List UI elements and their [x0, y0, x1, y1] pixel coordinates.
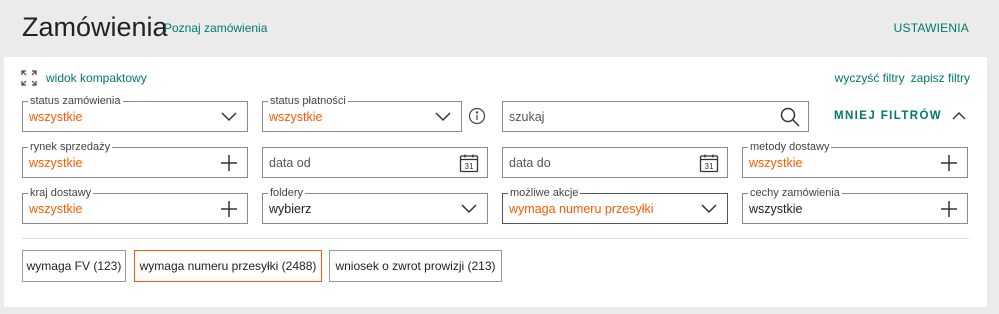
calendar-icon[interactable]: 31 — [459, 153, 479, 173]
folders-label: foldery — [268, 186, 306, 200]
chip-requires-tracking-number[interactable]: wymaga numeru przesyłki (2488) — [134, 250, 322, 282]
filter-actions: wyczyść filtry zapisz filtry — [835, 71, 970, 85]
possible-actions-select[interactable]: możliwe akcje wymaga numeru przesyłki — [502, 186, 728, 224]
less-filters-label: MNIEJ FILTRÓW — [834, 110, 943, 122]
calendar-day: 31 — [705, 162, 714, 171]
info-icon[interactable] — [468, 107, 486, 125]
plus-icon — [939, 153, 959, 173]
chevron-down-icon — [433, 107, 453, 127]
delivery-country-value: wszystkie — [29, 202, 83, 216]
delivery-methods-label: metody dostawy — [748, 140, 832, 154]
search-field[interactable]: szukaj — [502, 101, 809, 132]
folders-select[interactable]: foldery wybierz — [262, 186, 488, 224]
save-filters-link[interactable]: zapisz filtry — [911, 71, 970, 85]
divider — [22, 238, 969, 239]
payment-status-value: wszystkie — [269, 110, 323, 124]
folders-value: wybierz — [269, 202, 312, 216]
chevron-down-icon — [459, 199, 479, 219]
possible-actions-label: możliwe akcje — [508, 186, 581, 200]
learn-orders-link[interactable]: Poznaj zamówienia — [164, 21, 267, 35]
date-from-field[interactable]: data od 31 — [262, 147, 488, 178]
sales-market-label: rynek sprzedaży — [28, 140, 113, 154]
delivery-methods-select[interactable]: metody dostawy wszystkie — [742, 140, 968, 178]
plus-icon — [939, 199, 959, 219]
payment-status-select[interactable]: status płatności wszystkie — [262, 94, 462, 132]
order-features-value: wszystkie — [749, 202, 803, 216]
plus-icon — [219, 199, 239, 219]
sales-market-value: wszystkie — [29, 156, 83, 170]
chip-commission-refund-request[interactable]: wniosek o zwrot prowizji (213) — [329, 250, 502, 282]
payment-status-label: status płatności — [268, 94, 348, 108]
chevron-down-icon — [699, 199, 719, 219]
settings-link[interactable]: USTAWIENIA — [894, 21, 969, 35]
plus-icon — [219, 153, 239, 173]
chevron-down-icon — [219, 107, 239, 127]
chip-requires-invoice[interactable]: wymaga FV (123) — [22, 250, 126, 282]
date-to-placeholder: data do — [509, 156, 551, 170]
expand-corners-icon — [21, 70, 37, 86]
order-status-label: status zamówienia — [28, 94, 123, 108]
less-filters-button[interactable]: MNIEJ FILTRÓW — [834, 108, 967, 124]
calendar-day: 31 — [465, 162, 474, 171]
delivery-country-label: kraj dostawy — [28, 186, 94, 200]
order-status-select[interactable]: status zamówienia wszystkie — [22, 94, 248, 132]
calendar-icon[interactable]: 31 — [699, 153, 719, 173]
search-icon[interactable] — [780, 107, 800, 127]
possible-actions-value: wymaga numeru przesyłki — [509, 202, 654, 216]
order-status-value: wszystkie — [29, 110, 83, 124]
delivery-methods-value: wszystkie — [749, 156, 803, 170]
search-placeholder: szukaj — [509, 110, 545, 124]
page-title: Zamówienia — [22, 12, 168, 42]
date-to-field[interactable]: data do 31 — [502, 147, 728, 178]
compact-view-toggle[interactable]: widok kompaktowy — [21, 70, 147, 86]
date-from-placeholder: data od — [269, 156, 311, 170]
sales-market-select[interactable]: rynek sprzedaży wszystkie — [22, 140, 248, 178]
clear-filters-link[interactable]: wyczyść filtry — [835, 71, 905, 85]
chevron-up-icon — [952, 112, 966, 120]
order-features-label: cechy zamówienia — [748, 186, 842, 200]
delivery-country-select[interactable]: kraj dostawy wszystkie — [22, 186, 248, 224]
order-features-select[interactable]: cechy zamówienia wszystkie — [742, 186, 968, 224]
compact-view-label: widok kompaktowy — [46, 71, 147, 85]
